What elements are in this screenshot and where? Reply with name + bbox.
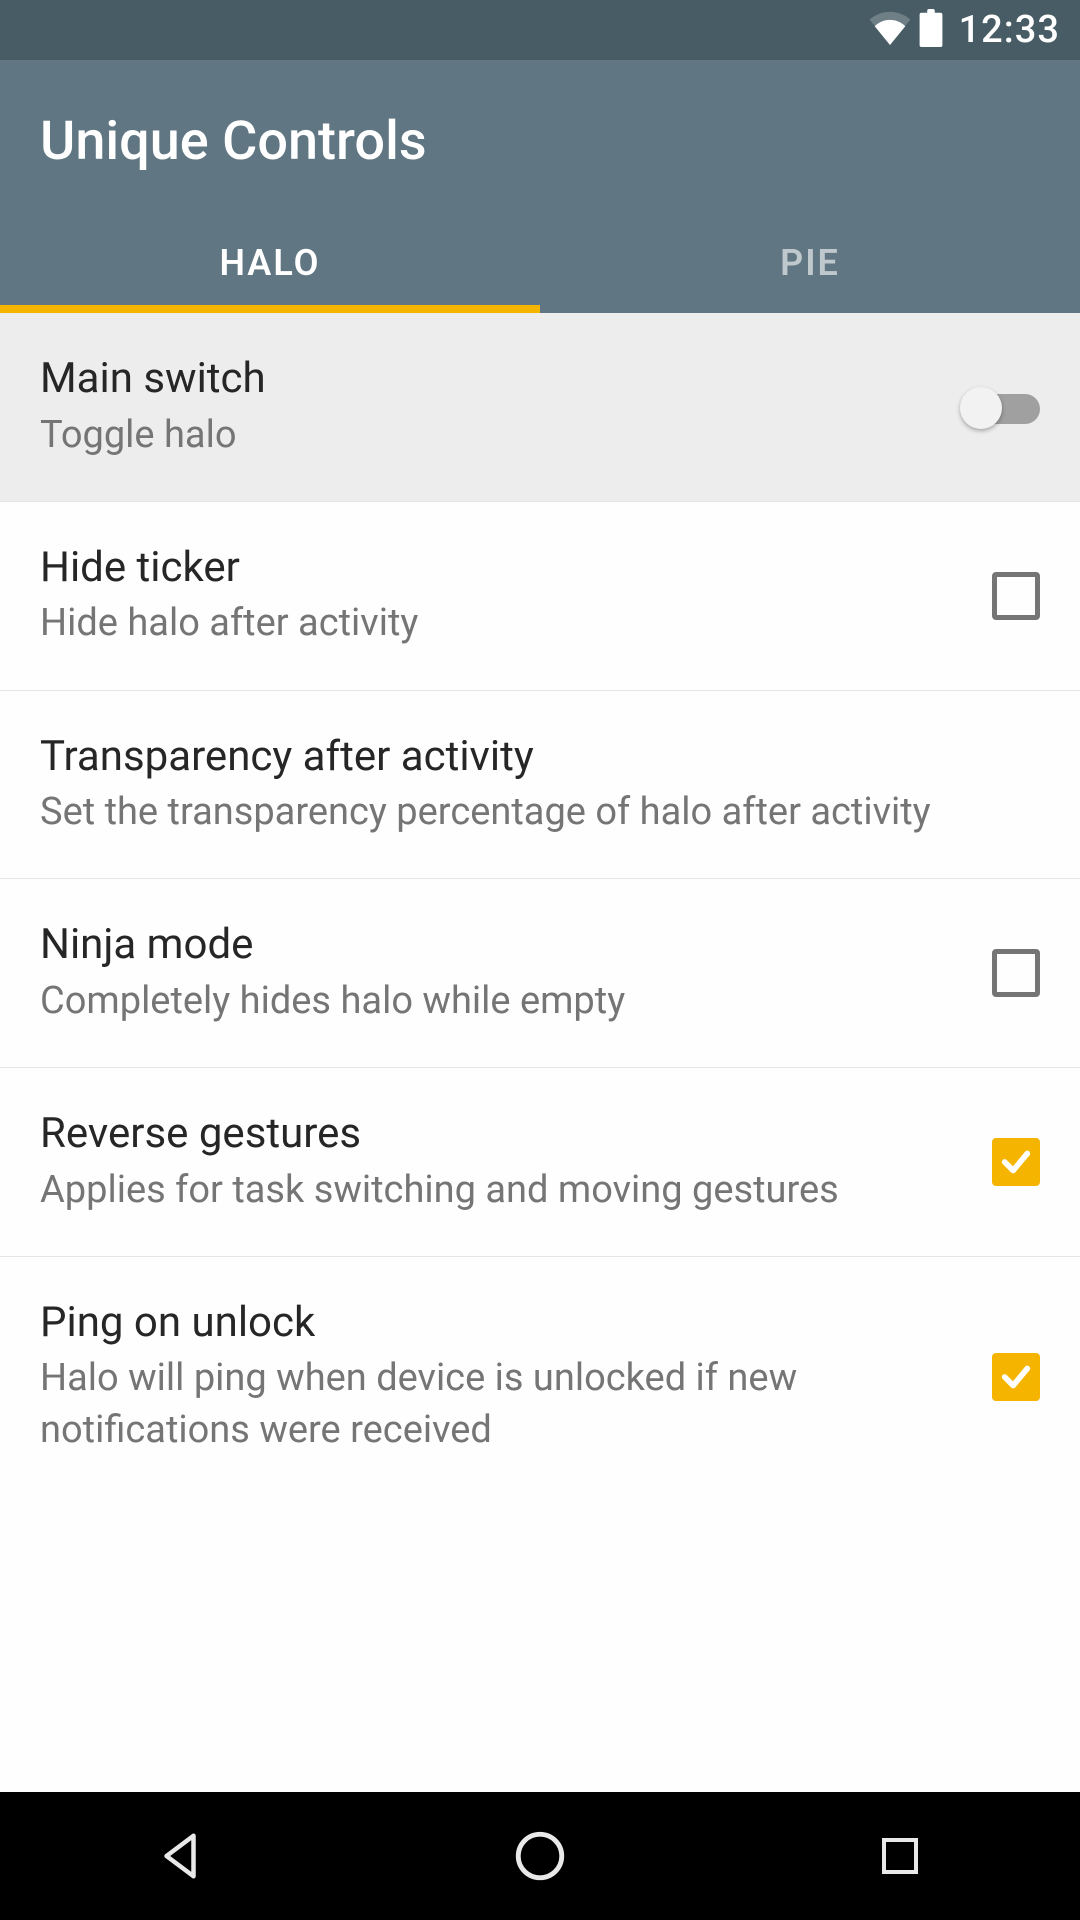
tab-pie[interactable]: PIE [540, 213, 1080, 313]
setting-ninja-mode[interactable]: Ninja mode Completely hides halo while e… [0, 879, 1080, 1068]
nav-bar [0, 1792, 1080, 1920]
setting-sub: Applies for task switching and moving ge… [40, 1165, 962, 1216]
tab-label: HALO [220, 242, 321, 284]
nav-recent-button[interactable] [870, 1826, 930, 1886]
setting-sub: Hide halo after activity [40, 598, 962, 649]
setting-transparency[interactable]: Transparency after activity Set the tran… [0, 691, 1080, 880]
setting-title: Reverse gestures [40, 1108, 962, 1161]
checkbox[interactable] [992, 949, 1040, 997]
checkbox[interactable] [992, 572, 1040, 620]
nav-home-button[interactable] [510, 1826, 570, 1886]
wifi-icon [869, 11, 911, 49]
setting-sub: Toggle halo [40, 410, 930, 461]
switch-thumb [960, 387, 1002, 429]
battery-icon [919, 9, 943, 51]
setting-texts: Reverse gestures Applies for task switch… [40, 1108, 962, 1216]
status-bar: 12:33 [0, 0, 1080, 60]
setting-title: Main switch [40, 353, 930, 406]
setting-title: Ninja mode [40, 919, 962, 972]
setting-main-switch[interactable]: Main switch Toggle halo [0, 313, 1080, 502]
setting-sub: Completely hides halo while empty [40, 976, 962, 1027]
setting-sub: Halo will ping when device is unlocked i… [40, 1353, 962, 1456]
tab-halo[interactable]: HALO [0, 213, 540, 313]
checkbox[interactable] [992, 1138, 1040, 1186]
setting-reverse-gestures[interactable]: Reverse gestures Applies for task switch… [0, 1068, 1080, 1257]
tab-label: PIE [780, 242, 840, 284]
setting-texts: Ping on unlock Halo will ping when devic… [40, 1297, 962, 1456]
setting-ping-on-unlock[interactable]: Ping on unlock Halo will ping when devic… [0, 1257, 1080, 1496]
settings-list: Main switch Toggle halo Hide ticker Hide… [0, 313, 1080, 1496]
checkbox[interactable] [992, 1353, 1040, 1401]
status-time: 12:33 [959, 8, 1060, 52]
setting-texts: Transparency after activity Set the tran… [40, 731, 1040, 839]
page-title: Unique Controls [40, 110, 1040, 173]
setting-hide-ticker[interactable]: Hide ticker Hide halo after activity [0, 502, 1080, 691]
setting-title: Transparency after activity [40, 731, 1040, 784]
nav-back-button[interactable] [150, 1826, 210, 1886]
switch-toggle[interactable] [960, 385, 1040, 429]
setting-title: Ping on unlock [40, 1297, 962, 1350]
app-bar: Unique Controls [0, 60, 1080, 213]
setting-texts: Ninja mode Completely hides halo while e… [40, 919, 962, 1027]
tabs: HALO PIE [0, 213, 1080, 313]
setting-texts: Main switch Toggle halo [40, 353, 930, 461]
setting-texts: Hide ticker Hide halo after activity [40, 542, 962, 650]
setting-sub: Set the transparency percentage of halo … [40, 787, 1040, 838]
setting-title: Hide ticker [40, 542, 962, 595]
